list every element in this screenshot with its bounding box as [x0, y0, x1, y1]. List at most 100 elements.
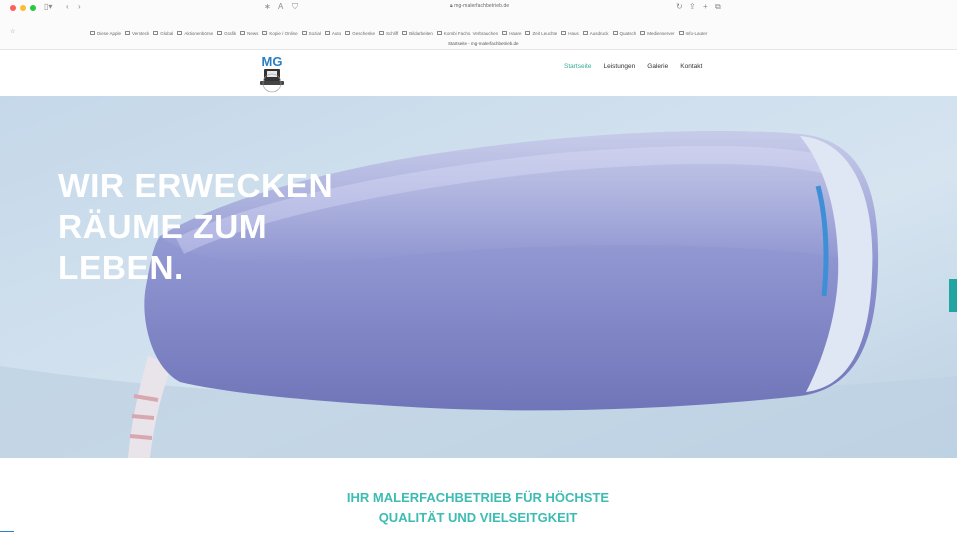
- bookmark-label: Aktionenbörse: [184, 30, 214, 36]
- bookmark-item[interactable]: Diese Apple: [90, 29, 121, 37]
- bookmark-label: Versteck: [132, 30, 150, 36]
- folder-icon: [582, 31, 588, 35]
- folder-icon: [640, 31, 646, 35]
- bookmark-item[interactable]: Medienserver: [640, 29, 675, 37]
- bookmark-label: Diese Apple: [97, 30, 122, 36]
- hero-headline: WIR ERWECKEN RÄUME ZUM LEBEN.: [58, 166, 358, 289]
- text-size-icon[interactable]: A: [278, 2, 283, 12]
- tagline: IHR MALERFACHBETRIEB FÜR HÖCHSTE QUALITÄ…: [278, 488, 678, 528]
- folder-icon: [436, 31, 442, 35]
- bookmarks-bar: Diese Apple Versteck Global Aktionenbörse Gr…: [90, 29, 910, 37]
- bookmark-item[interactable]: Haare: [502, 29, 521, 37]
- bookmark-label: Ausdruck: [589, 30, 609, 36]
- browser-window: ▯▾ ‹ › ∗ A ⛉ 🔒︎ mg-malerfachbetrieb.de ↻…: [0, 0, 957, 539]
- folder-icon: [561, 31, 567, 35]
- bookmark-item[interactable]: Haus: [561, 29, 579, 37]
- favorites-icon[interactable]: ☆: [10, 28, 15, 35]
- folder-icon: [378, 31, 384, 35]
- forward-icon[interactable]: ›: [78, 2, 81, 12]
- bookmark-label: Global: [160, 30, 174, 36]
- folder-icon: [345, 31, 351, 35]
- site-header: MG: [0, 50, 957, 96]
- bookmark-label: Zeit Leuchte: [532, 30, 558, 36]
- bookmark-item[interactable]: Sozial: [301, 29, 321, 37]
- bookmark-label: Schliff: [385, 30, 399, 36]
- page-edge-marker: [0, 531, 14, 539]
- active-tab-title[interactable]: Startseite - mg-malerfachbetrieb.de: [448, 41, 519, 46]
- folder-icon: [678, 31, 684, 35]
- lock-icon: 🔒︎: [450, 3, 453, 9]
- folder-icon: [402, 31, 408, 35]
- nav-kontakt[interactable]: Kontakt: [680, 63, 702, 70]
- nav-galerie[interactable]: Galerie: [647, 63, 668, 70]
- bookmark-item[interactable]: Kombi Fachs. Verbrauchen: [436, 29, 499, 37]
- bookmark-item[interactable]: Versteck: [125, 29, 149, 37]
- back-icon[interactable]: ‹: [66, 2, 69, 12]
- reload-icon[interactable]: ↻: [676, 2, 683, 12]
- bookmark-label: Sozial: [308, 30, 321, 36]
- tab-overview-icon[interactable]: ⧉: [715, 2, 721, 12]
- tagline-line-2: QUALITÄT UND VIELSEITGKEIT: [378, 510, 578, 525]
- folder-icon: [502, 31, 508, 35]
- zoom-window-button[interactable]: [30, 5, 36, 11]
- bookmark-item[interactable]: Geschenke: [345, 29, 375, 37]
- bookmark-label: Grafik: [224, 30, 237, 36]
- bookmark-label: Kopie / Online: [269, 30, 298, 36]
- bookmark-label: Info-Lauter: [685, 30, 708, 36]
- hero-headline-line-3: LEBEN.: [58, 250, 184, 287]
- folder-icon: [240, 31, 246, 35]
- hero-headline-line-1: WIR ERWECKEN: [58, 168, 334, 205]
- address-bar[interactable]: 🔒︎ mg-malerfachbetrieb.de: [450, 3, 509, 9]
- shield-icon[interactable]: ⛉: [292, 2, 298, 12]
- bookmark-item[interactable]: Quatsch: [612, 29, 637, 37]
- main-navigation: Startseite Leistungen Galerie Kontakt: [564, 63, 702, 70]
- bookmark-item[interactable]: News: [240, 29, 258, 37]
- bookmark-item[interactable]: Grafik: [217, 29, 236, 37]
- nav-startseite[interactable]: Startseite: [564, 63, 591, 70]
- minimize-window-button[interactable]: [20, 5, 26, 11]
- share-icon[interactable]: ⇪: [689, 2, 696, 12]
- bookmark-label: News: [247, 30, 259, 36]
- url-text: mg-malerfachbetrieb.de: [454, 3, 510, 9]
- folder-icon: [90, 31, 95, 35]
- nav-leistungen[interactable]: Leistungen: [603, 63, 635, 70]
- bookmark-label: Kombi Fachs. Verbrauchen: [443, 30, 499, 36]
- hero-section: WIR ERWECKEN RÄUME ZUM LEBEN.: [0, 96, 957, 458]
- bookmark-item[interactable]: Aktionenbörse: [177, 29, 213, 37]
- bookmark-item[interactable]: Auto: [324, 29, 342, 37]
- reader-icon[interactable]: ∗: [264, 2, 271, 12]
- close-window-button[interactable]: [10, 5, 16, 11]
- side-contact-tab[interactable]: [949, 279, 957, 312]
- bookmark-item[interactable]: Global: [153, 29, 173, 37]
- folder-icon: [153, 31, 159, 35]
- hero-headline-line-2: RÄUME ZUM: [58, 209, 268, 246]
- bookmark-label: Quatsch: [619, 30, 637, 36]
- bookmark-label: Haare: [509, 30, 522, 36]
- folder-icon: [324, 31, 330, 35]
- folder-icon: [525, 31, 531, 35]
- folder-icon: [301, 31, 307, 35]
- browser-toolbar: ▯▾ ‹ › ∗ A ⛉ 🔒︎ mg-malerfachbetrieb.de ↻…: [0, 0, 957, 50]
- bookmark-item[interactable]: Schliff: [378, 29, 399, 37]
- new-tab-icon[interactable]: +: [703, 2, 708, 12]
- folder-icon: [217, 31, 223, 35]
- bookmark-label: Haus: [568, 30, 579, 36]
- mg-logo[interactable]: MG: [252, 52, 292, 94]
- bookmark-item[interactable]: Ausdruck: [582, 29, 609, 37]
- bookmark-label: Bildarbeiten: [409, 30, 433, 36]
- folder-icon: [177, 31, 183, 35]
- tagline-line-1: IHR MALERFACHBETRIEB FÜR HÖCHSTE: [346, 490, 610, 505]
- bookmark-label: Medienserver: [647, 30, 675, 36]
- bookmark-label: Geschenke: [352, 30, 375, 36]
- bookmark-item[interactable]: Zeit Leuchte: [525, 29, 557, 37]
- folder-icon: [612, 31, 618, 35]
- bookmark-item[interactable]: Bildarbeiten: [402, 29, 433, 37]
- bookmark-item[interactable]: Info-Lauter: [678, 29, 708, 37]
- logo-text: MG: [262, 54, 283, 69]
- intro-section: IHR MALERFACHBETRIEB FÜR HÖCHSTE QUALITÄ…: [0, 458, 957, 539]
- bookmark-item[interactable]: Kopie / Online: [262, 29, 298, 37]
- window-controls: [10, 5, 36, 11]
- sidebar-toggle-icon[interactable]: ▯▾: [44, 2, 52, 12]
- folder-icon: [125, 31, 131, 35]
- bookmark-label: Auto: [331, 30, 342, 36]
